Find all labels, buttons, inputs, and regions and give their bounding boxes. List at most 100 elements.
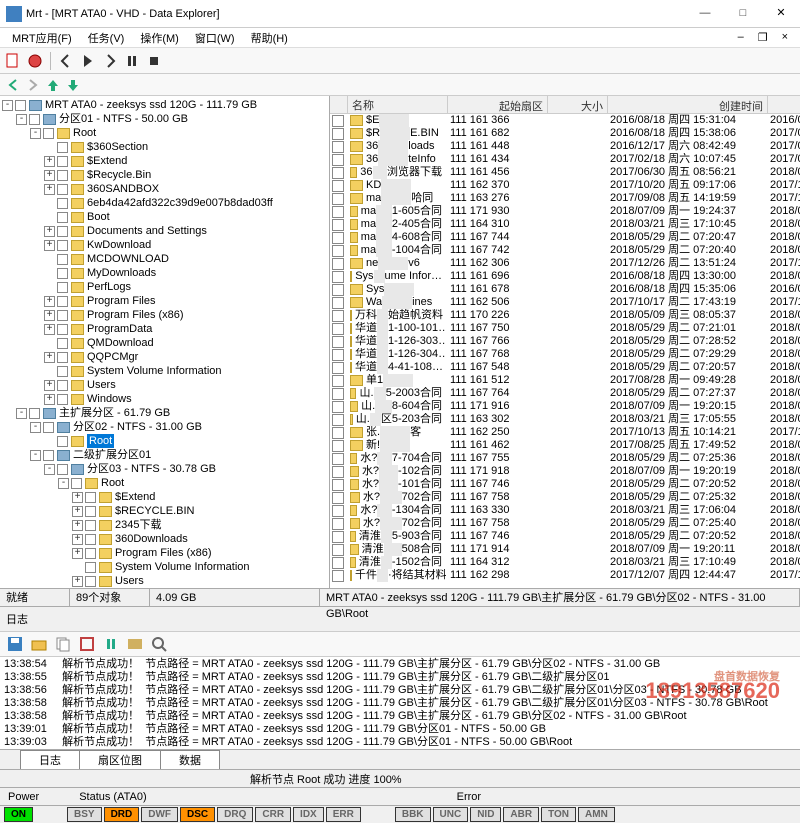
checkbox[interactable] <box>57 338 68 349</box>
list-item[interactable]: ma…4-608合同111 167 7442018/05/29 周二 07:20… <box>330 231 800 244</box>
expand-icon[interactable]: + <box>44 170 55 181</box>
checkbox[interactable] <box>57 198 68 209</box>
list-item[interactable]: 张.…客111 162 2502017/10/13 周五 10:14:21201… <box>330 426 800 439</box>
expand-icon[interactable]: - <box>16 114 27 125</box>
stop-icon[interactable] <box>145 52 163 70</box>
list-item[interactable]: 千件…·将结其材料111 162 2982017/12/07 周四 12:44:… <box>330 569 800 582</box>
mdi-close[interactable]: × <box>776 29 794 46</box>
expand-icon[interactable]: - <box>44 464 55 475</box>
checkbox[interactable] <box>332 531 344 543</box>
back-icon[interactable] <box>4 76 22 94</box>
tree-node[interactable]: +2345下载 <box>2 518 327 532</box>
list-item[interactable]: ma…2-405合同111 164 3102018/03/21 周三 17:10… <box>330 218 800 231</box>
tree-node[interactable]: -MRT ATA0 - zeeksys ssd 120G - 111.79 GB <box>2 98 327 112</box>
list-item[interactable]: 水?…702合同111 167 7582018/05/29 周二 07:25:3… <box>330 491 800 504</box>
checkbox[interactable] <box>57 324 68 335</box>
expand-icon[interactable]: + <box>44 184 55 195</box>
list-item[interactable]: ne…v6111 162 3062017/12/26 周二 13:51:2420… <box>330 257 800 270</box>
tree-node[interactable]: +$Extend <box>2 154 327 168</box>
checkbox[interactable] <box>29 114 40 125</box>
expand-icon[interactable]: + <box>44 380 55 391</box>
expand-icon[interactable]: + <box>44 240 55 251</box>
expand-icon[interactable]: + <box>44 226 55 237</box>
list-item[interactable]: 水?…-101合同111 167 7462018/05/29 周二 07:20:… <box>330 478 800 491</box>
list-item[interactable]: 华道…1-100-101…111 167 7502018/05/29 周二 07… <box>330 322 800 335</box>
tab-log[interactable]: 日志 <box>20 750 80 769</box>
checkbox[interactable] <box>332 206 344 218</box>
checkbox[interactable] <box>332 375 344 387</box>
expand-icon[interactable]: - <box>2 100 13 111</box>
expand-icon[interactable]: - <box>30 128 41 139</box>
col-size[interactable]: 大小 <box>548 96 608 113</box>
list-item[interactable]: Sys…ume Infor…111 161 6962016/08/18 周四 1… <box>330 270 800 283</box>
expand-icon[interactable]: + <box>72 534 83 545</box>
list-item[interactable]: ma…哈同111 163 2762017/09/08 周五 14:19:5920… <box>330 192 800 205</box>
menu-app[interactable]: MRT应用(F) <box>6 28 78 48</box>
checkbox[interactable] <box>85 520 96 531</box>
menu-help[interactable]: 帮助(H) <box>245 28 294 48</box>
checkbox[interactable] <box>57 366 68 377</box>
checkbox[interactable] <box>332 232 344 244</box>
list-item[interactable]: 华道…1-126-303…111 167 7662018/05/29 周二 07… <box>330 335 800 348</box>
checkbox[interactable] <box>43 422 54 433</box>
tree-node[interactable]: -主扩展分区 - 61.79 GB <box>2 406 327 420</box>
checkbox[interactable] <box>332 258 344 270</box>
checkbox[interactable] <box>332 401 344 413</box>
list-item[interactable]: 华道…4-41-108…111 167 5482018/05/29 周二 07:… <box>330 361 800 374</box>
checkbox[interactable] <box>57 282 68 293</box>
tree-node[interactable]: System Volume Information <box>2 560 327 574</box>
filter-icon[interactable] <box>126 635 144 653</box>
list-item[interactable]: 水?…702合同111 167 7582018/05/29 周二 07:25:4… <box>330 517 800 530</box>
tree-node[interactable]: QMDownload <box>2 336 327 350</box>
tree-node[interactable]: +$RECYCLE.BIN <box>2 504 327 518</box>
tree-node[interactable]: +Program Files (x86) <box>2 308 327 322</box>
minimize-button[interactable]: — <box>686 0 724 27</box>
down-icon[interactable] <box>64 76 82 94</box>
file-listview[interactable]: 名称 起始扇区 大小 创建时间 $E…111 161 3662016/08/18… <box>330 96 800 588</box>
list-item[interactable]: Wa…ines111 162 5062017/10/17 周二 17:43:19… <box>330 296 800 309</box>
tree-view[interactable]: -MRT ATA0 - zeeksys ssd 120G - 111.79 GB… <box>0 96 330 588</box>
clear-icon[interactable] <box>78 635 96 653</box>
expand-icon[interactable]: - <box>30 422 41 433</box>
checkbox[interactable] <box>57 394 68 405</box>
next-icon[interactable] <box>101 52 119 70</box>
list-item[interactable]: 水?…-1304合同111 163 3302018/03/21 周三 17:06… <box>330 504 800 517</box>
checkbox[interactable] <box>57 464 68 475</box>
list-item[interactable]: 水?…-102合同111 171 9182018/07/09 周一 19:20:… <box>330 465 800 478</box>
checkbox[interactable] <box>332 362 344 374</box>
list-item[interactable]: 山.…5-2003合同111 167 7642018/05/29 周二 07:2… <box>330 387 800 400</box>
checkbox[interactable] <box>332 219 344 231</box>
expand-icon[interactable]: + <box>72 548 83 559</box>
checkbox[interactable] <box>71 478 82 489</box>
checkbox[interactable] <box>57 212 68 223</box>
copy-icon[interactable] <box>54 635 72 653</box>
checkbox[interactable] <box>85 548 96 559</box>
checkbox[interactable] <box>29 408 40 419</box>
list-item[interactable]: 36…teInfo111 161 4342017/02/18 周六 10:07:… <box>330 153 800 166</box>
list-item[interactable]: $R…E.BIN111 161 6822016/08/18 周四 15:38:0… <box>330 127 800 140</box>
tree-node[interactable]: +$Extend <box>2 490 327 504</box>
forward-icon[interactable] <box>24 76 42 94</box>
checkbox[interactable] <box>332 297 344 309</box>
checkbox[interactable] <box>57 240 68 251</box>
menu-op[interactable]: 操作(M) <box>134 28 185 48</box>
menu-task[interactable]: 任务(V) <box>82 28 131 48</box>
tree-node[interactable]: MCDOWNLOAD <box>2 252 327 266</box>
tree-node[interactable]: -二级扩展分区01 <box>2 448 327 462</box>
up-icon[interactable] <box>44 76 62 94</box>
checkbox[interactable] <box>332 414 344 426</box>
tree-node[interactable]: +Program Files (x86) <box>2 546 327 560</box>
tree-node[interactable]: +QQPCMgr <box>2 350 327 364</box>
checkbox[interactable] <box>43 128 54 139</box>
checkbox[interactable] <box>332 544 344 556</box>
list-item[interactable]: Sys…111 161 6782016/08/18 周四 15:35:06201… <box>330 283 800 296</box>
pause-icon[interactable] <box>123 52 141 70</box>
checkbox[interactable] <box>332 492 344 504</box>
save-icon[interactable] <box>6 635 24 653</box>
prev-icon[interactable] <box>57 52 75 70</box>
tree-node[interactable]: +Documents and Settings <box>2 224 327 238</box>
col-name[interactable]: 名称 <box>348 96 448 113</box>
checkbox[interactable] <box>57 352 68 363</box>
menu-win[interactable]: 窗口(W) <box>189 28 241 48</box>
checkbox[interactable] <box>15 100 26 111</box>
